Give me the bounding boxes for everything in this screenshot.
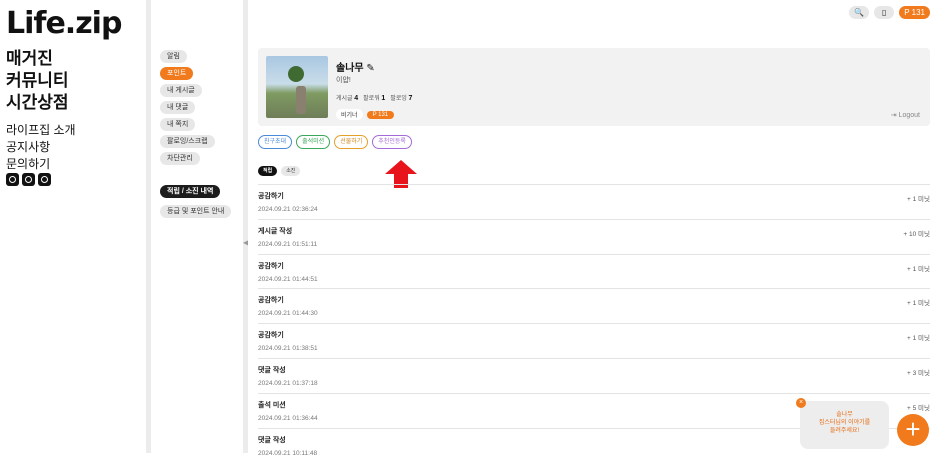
invite-friend-button[interactable]: 친구초대 bbox=[258, 135, 293, 149]
profile-point-badge: P 131 bbox=[366, 110, 395, 119]
item-title: 출석 미션 bbox=[258, 401, 286, 409]
list-item: 공감하기 2024.09.21 02:36:24 + 1 미닛 bbox=[258, 184, 930, 219]
stat-label[interactable]: 팔로잉 bbox=[390, 96, 407, 102]
item-amount: + 1 미닛 bbox=[907, 196, 930, 203]
stat-value: 4 bbox=[354, 95, 359, 102]
profile-image bbox=[266, 56, 328, 118]
chat-icon[interactable] bbox=[6, 173, 19, 186]
mypage-item-point[interactable]: 포인트 bbox=[160, 67, 194, 80]
mypage-item-messages[interactable]: 내 쪽지 bbox=[160, 118, 196, 131]
edit-icon[interactable]: ✎ bbox=[366, 63, 374, 74]
item-amount: + 10 미닛 bbox=[903, 230, 930, 238]
youtube-icon[interactable] bbox=[38, 173, 51, 186]
referrer-register-button[interactable]: 추천인등록 bbox=[372, 135, 412, 149]
logout-button[interactable]: ⇥ Logout bbox=[891, 111, 920, 119]
mypage-item-following[interactable]: 팔로잉/스크랩 bbox=[160, 135, 215, 148]
item-date: 2024.09.21 10:11:48 bbox=[258, 449, 318, 457]
menu-notice[interactable]: 공지사항 bbox=[6, 139, 76, 156]
mypage-item-comments[interactable]: 내 댓글 bbox=[160, 101, 196, 114]
social-links bbox=[6, 173, 51, 186]
bell-icon[interactable]: ▯ bbox=[874, 6, 895, 19]
item-date: 2024.09.21 01:44:30 bbox=[258, 310, 318, 318]
mypage-item-posts[interactable]: 내 게시글 bbox=[160, 84, 202, 97]
list-item: 공감하기 2024.09.21 01:44:51 + 1 미닛 bbox=[258, 253, 930, 289]
item-amount: + 5 미닛 bbox=[907, 404, 930, 412]
top-icons: 🔍 ▯ P 131 bbox=[849, 6, 930, 19]
toast-popup[interactable]: × 솔나무 집스터님의 이야기를 들려주세요! bbox=[796, 398, 889, 449]
point-badge[interactable]: P 131 bbox=[899, 6, 930, 19]
grade-guide-button[interactable]: 등급 및 포인트 안내 bbox=[160, 205, 232, 218]
profile-card: 솔나무 ✎ 이얍! 게시글 4 팔로워 1 팔로잉 7 비기너 P 131 ⇥ … bbox=[258, 48, 930, 126]
toast-line: 들려주세요! bbox=[829, 428, 860, 434]
filter-earn[interactable]: 적립 bbox=[258, 166, 278, 176]
item-date: 2024.09.21 01:44:51 bbox=[258, 275, 318, 283]
list-item: 공감하기 2024.09.21 01:38:51 + 1 미닛 bbox=[258, 323, 930, 358]
toast-line: 집스터님의 이야기를 bbox=[818, 420, 871, 426]
item-date: 2024.09.21 01:36:44 bbox=[258, 414, 318, 422]
left-nav: Life.zip 매거진 커뮤니티 시간상점 라이프집 소개 공지사항 문의하기 bbox=[0, 0, 146, 453]
item-date: 2024.09.21 01:51:11 bbox=[258, 240, 318, 248]
menu-community[interactable]: 커뮤니티 bbox=[6, 70, 69, 92]
point-badge-value: 131 bbox=[911, 8, 925, 17]
item-title: 게시글 작성 bbox=[258, 227, 293, 235]
item-title: 공감하기 bbox=[258, 193, 284, 200]
write-fab-button[interactable]: + bbox=[897, 414, 929, 446]
item-amount: + 1 미닛 bbox=[907, 265, 930, 273]
logout-label: Logout bbox=[898, 112, 920, 119]
mypage-item-alarm[interactable]: 알림 bbox=[160, 50, 187, 63]
logo[interactable]: Life.zip bbox=[6, 6, 122, 41]
item-title: 공감하기 bbox=[258, 297, 284, 305]
attendance-mission-button[interactable]: 출석미션 bbox=[296, 135, 331, 149]
menu-time-shop[interactable]: 시간상점 bbox=[6, 92, 69, 114]
history-button[interactable]: 적립 / 소진 내역 bbox=[160, 185, 221, 198]
profile-point-value: 131 bbox=[378, 111, 389, 118]
item-date: 2024.09.21 01:38:51 bbox=[258, 345, 318, 353]
item-title: 댓글 작성 bbox=[258, 436, 286, 444]
toast-line: 솔나무 bbox=[836, 412, 853, 418]
filter-tabs: 적립 소진 bbox=[258, 166, 301, 176]
menu-magazine[interactable]: 매거진 bbox=[6, 48, 69, 70]
toast-text: 솔나무 집스터님의 이야기를 들려주세요! bbox=[800, 411, 889, 435]
list-item: 댓글 작성 2024.09.21 01:37:18 + 3 미닛 bbox=[258, 357, 930, 393]
list-item: 공감하기 2024.09.21 01:44:30 + 1 미닛 bbox=[258, 288, 930, 323]
sub-menu: 라이프집 소개 공지사항 문의하기 bbox=[6, 122, 76, 173]
grade-row: 비기너 P 131 bbox=[336, 109, 395, 120]
item-title: 댓글 작성 bbox=[258, 366, 286, 374]
filter-spend[interactable]: 소진 bbox=[281, 166, 301, 176]
gift-button[interactable]: 선물하기 bbox=[334, 135, 369, 149]
search-icon[interactable]: 🔍 bbox=[849, 6, 870, 19]
menu-about[interactable]: 라이프집 소개 bbox=[6, 122, 76, 139]
list-item: 게시글 작성 2024.09.21 01:51:11 + 10 미닛 bbox=[258, 218, 930, 254]
stat-value[interactable]: 1 bbox=[381, 95, 385, 102]
item-date: 2024.09.21 02:36:24 bbox=[258, 206, 318, 213]
menu-contact[interactable]: 문의하기 bbox=[6, 156, 76, 173]
profile-name-text: 솔나무 bbox=[336, 63, 364, 74]
stat-label: 게시글 bbox=[336, 96, 353, 102]
action-buttons: 친구초대 출석미션 선물하기 추천인등록 bbox=[258, 135, 412, 149]
main-menu: 매거진 커뮤니티 시간상점 bbox=[6, 48, 69, 114]
profile-stats: 게시글 4 팔로워 1 팔로잉 7 bbox=[336, 93, 412, 102]
stat-value[interactable]: 7 bbox=[409, 95, 413, 102]
stat-label[interactable]: 팔로워 bbox=[363, 96, 380, 102]
item-date: 2024.09.21 01:37:18 bbox=[258, 379, 318, 387]
item-title: 공감하기 bbox=[258, 332, 284, 340]
instagram-icon[interactable] bbox=[22, 173, 35, 186]
mypage-item-block[interactable]: 차단관리 bbox=[160, 152, 200, 165]
mypage-menu: 알림 포인트 내 게시글 내 댓글 내 쪽지 팔로잉/스크랩 차단관리 적립 /… bbox=[151, 0, 243, 453]
grade-badge: 비기너 bbox=[336, 109, 363, 120]
item-amount: + 1 미닛 bbox=[907, 300, 930, 308]
profile-intro: 이얍! bbox=[336, 77, 351, 84]
item-title: 공감하기 bbox=[258, 262, 284, 270]
item-amount: + 1 미닛 bbox=[907, 335, 930, 343]
item-amount: + 3 미닛 bbox=[907, 369, 930, 377]
close-icon[interactable]: × bbox=[796, 398, 806, 408]
main-content: 🔍 ▯ P 131 솔나무 ✎ 이얍! 게시글 4 팔로워 1 팔로잉 7 비기… bbox=[248, 0, 936, 457]
profile-name: 솔나무 ✎ bbox=[336, 59, 375, 74]
